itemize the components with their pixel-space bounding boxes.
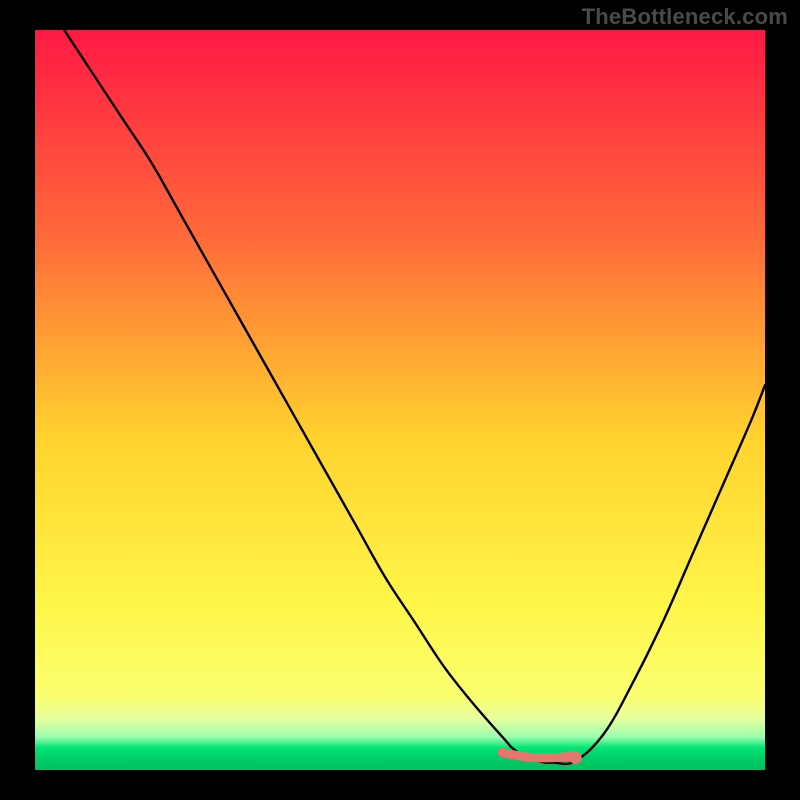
optimal-end-marker [569,751,582,764]
plot-area [35,30,765,770]
plot-svg [35,30,765,770]
chart-frame: TheBottleneck.com [0,0,800,800]
gradient-background [35,30,765,770]
watermark-text: TheBottleneck.com [582,4,788,30]
